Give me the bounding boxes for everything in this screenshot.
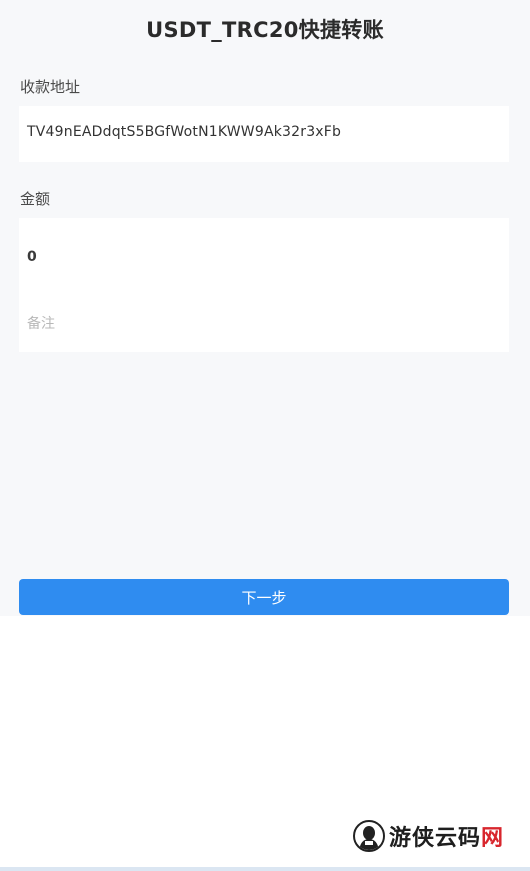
amount-label: 金额 (20, 190, 51, 208)
amount-card: 0 (19, 218, 509, 352)
address-value[interactable]: TV49nEADdqtS5BGfWotN1KWW9Ak32r3xFb (27, 124, 341, 140)
watermark-logo-icon (353, 820, 385, 852)
watermark-text: 游侠云码网 (389, 825, 505, 851)
address-label: 收款地址 (20, 78, 81, 96)
next-step-button[interactable]: 下一步 (19, 579, 509, 615)
remark-input[interactable] (27, 310, 497, 338)
bottom-divider (0, 867, 530, 871)
amount-input[interactable]: 0 (27, 249, 37, 265)
watermark: 游侠云码网 (353, 819, 504, 853)
transfer-page: USDT_TRC20快捷转账 收款地址 TV49nEADdqtS5BGfWotN… (0, 0, 530, 616)
page-title: USDT_TRC20快捷转账 (146, 18, 384, 42)
address-field[interactable]: TV49nEADdqtS5BGfWotN1KWW9Ak32r3xFb (19, 106, 509, 162)
